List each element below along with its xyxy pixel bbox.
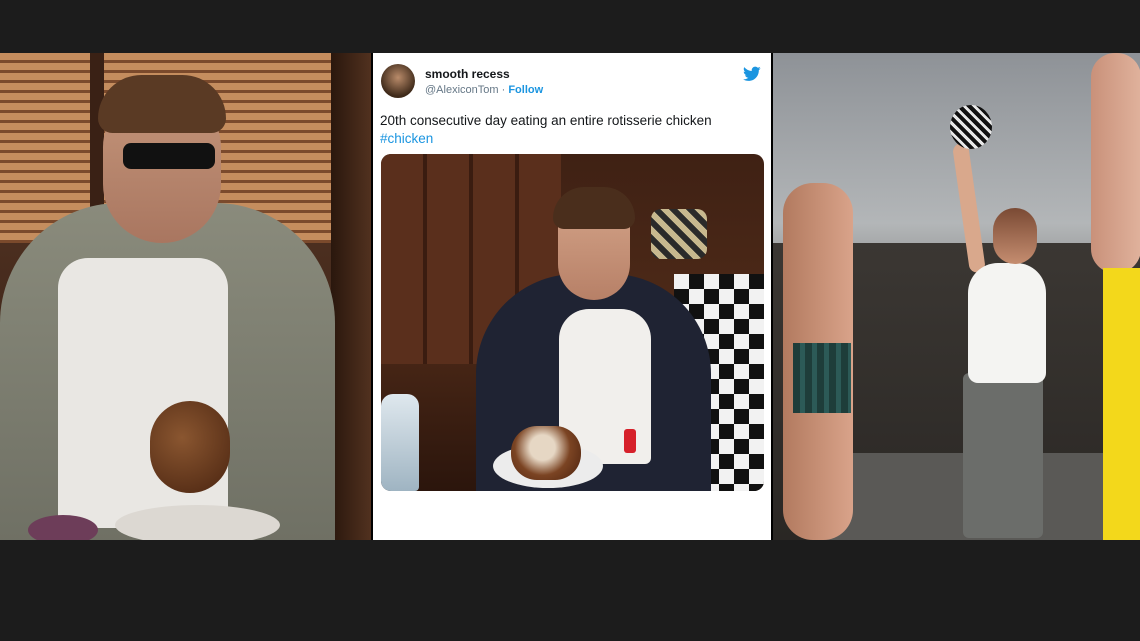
tweet-text: 20th consecutive day eating an entire ro… <box>380 112 764 148</box>
tweet-card: smooth recess @AlexiconTom · Follow 20th… <box>373 53 771 540</box>
gray-jeans <box>963 373 1043 538</box>
rotisserie-chicken <box>511 426 581 480</box>
cheering-man-head <box>993 208 1037 264</box>
yellow-shirt <box>1103 268 1140 540</box>
man-hair <box>553 187 635 229</box>
salad <box>28 515 98 540</box>
display-name[interactable]: smooth recess <box>425 67 510 81</box>
handle[interactable]: @AlexiconTom <box>425 84 499 96</box>
edge-arm <box>1091 53 1140 273</box>
tweet-photo-man-with-bib[interactable] <box>381 154 764 491</box>
hashtag-link[interactable]: #chicken <box>380 130 764 148</box>
rotisserie-chicken <box>150 401 230 493</box>
right-photo-crowd-cheering <box>773 53 1140 540</box>
chair <box>651 209 707 259</box>
man-hair <box>98 75 226 133</box>
separator: · <box>501 84 506 96</box>
tweet-body: 20th consecutive day eating an entire ro… <box>380 113 712 128</box>
sunglasses <box>123 143 215 169</box>
twitter-bird-icon[interactable] <box>743 66 761 82</box>
collage: smooth recess @AlexiconTom · Follow 20th… <box>0 0 1140 641</box>
wood-paneling <box>331 53 371 540</box>
avatar[interactable] <box>381 64 415 98</box>
flannel-sleeve <box>793 343 851 413</box>
red-watch <box>624 429 636 453</box>
follow-button[interactable]: Follow <box>508 84 543 96</box>
plate <box>115 505 280 540</box>
tweet-header: smooth recess @AlexiconTom · Follow <box>381 64 763 102</box>
handle-row: @AlexiconTom · Follow <box>425 84 543 96</box>
vinyl-disc <box>950 105 992 149</box>
white-tank-top <box>968 263 1046 383</box>
left-photo-man-in-sunglasses-with-chicken <box>0 53 371 540</box>
water-bottle <box>381 394 419 491</box>
